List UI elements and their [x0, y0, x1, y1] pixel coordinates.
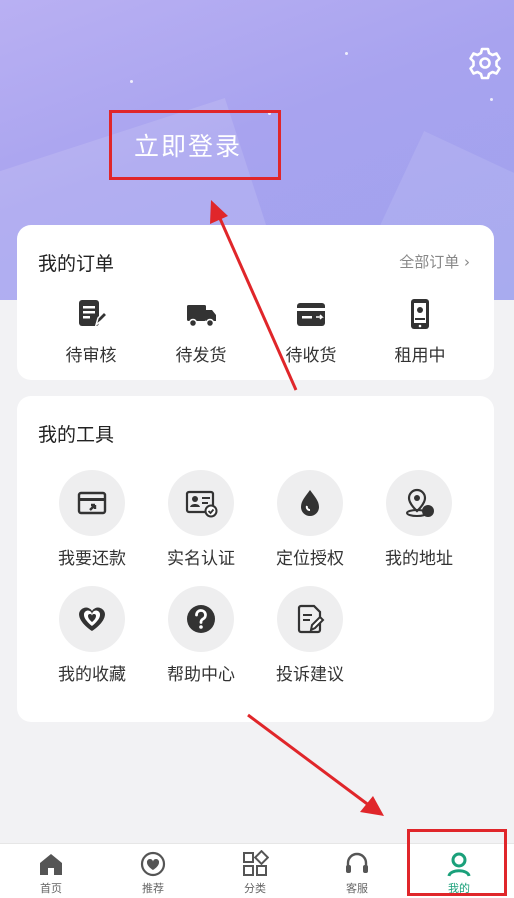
tab-label: 首页 [40, 882, 62, 895]
headset-icon [346, 852, 368, 873]
tab-home[interactable]: 首页 [0, 844, 102, 898]
repay-card-icon [77, 491, 107, 515]
tool-real-name[interactable]: 实名认证 [151, 470, 251, 569]
tool-label: 投诉建议 [276, 665, 344, 685]
order-to-ship[interactable]: 待发货 [156, 297, 246, 366]
category-icon [243, 849, 270, 876]
tool-icon-bg [386, 470, 452, 536]
tool-icon-bg [168, 470, 234, 536]
tools-title: 我的工具 [38, 424, 115, 446]
order-renting[interactable]: 租用中 [375, 297, 465, 366]
tab-label: 推荐 [142, 882, 164, 895]
tool-icon-bg [277, 586, 343, 652]
tool-location[interactable]: 定位授权 [260, 470, 360, 569]
header-star [130, 80, 133, 83]
phone-icon [411, 299, 429, 329]
help-icon [187, 605, 215, 633]
order-label: 待发货 [175, 346, 227, 366]
tab-label: 客服 [346, 882, 368, 895]
chevron-right-icon: › [464, 253, 470, 271]
tool-repay[interactable]: 我要还款 [42, 470, 142, 569]
tab-category[interactable]: 分类 [204, 844, 306, 898]
recommend-heart-icon [140, 851, 166, 877]
tool-complaint[interactable]: 投诉建议 [260, 586, 360, 685]
order-pending-review[interactable]: 待审核 [46, 297, 136, 366]
header-star [490, 98, 493, 101]
tools-card: 我的工具 我要还款 实名认证 定位授权 我的地址 我的收藏 帮助中心 投诉建议 [17, 396, 494, 722]
order-label: 租用中 [394, 346, 446, 366]
pending-review-icon [79, 300, 109, 328]
tool-label: 我的收藏 [58, 665, 126, 685]
header-star [345, 52, 348, 55]
tab-recommend[interactable]: 推荐 [102, 844, 204, 898]
tool-address[interactable]: 我的地址 [369, 470, 469, 569]
annotation-box-mine-tab [407, 829, 507, 896]
annotation-arrowhead [360, 796, 384, 816]
login-button[interactable]: 立即登录 [109, 110, 281, 180]
location-drop-icon [301, 490, 319, 516]
all-orders-link[interactable]: 全部订单 › [399, 251, 470, 272]
orders-title: 我的订单 [38, 253, 115, 275]
id-card-icon [185, 490, 218, 518]
tool-icon-bg [168, 586, 234, 652]
orders-card: 我的订单 全部订单 › 待审核 待发货 待收货 租用中 [17, 225, 494, 380]
address-icon [406, 488, 434, 517]
tab-service[interactable]: 客服 [306, 844, 408, 898]
tab-label: 分类 [244, 882, 266, 895]
settings-gear-icon[interactable] [468, 46, 502, 80]
tool-label: 定位授权 [276, 549, 344, 569]
annotation-arrow-tab [247, 713, 371, 808]
order-label: 待审核 [65, 346, 117, 366]
tool-help[interactable]: 帮助中心 [151, 586, 251, 685]
tool-label: 我要还款 [58, 549, 126, 569]
tool-label: 我的地址 [385, 549, 453, 569]
receive-box-icon [297, 303, 325, 326]
complaint-icon [297, 604, 325, 634]
tool-favorites[interactable]: 我的收藏 [42, 586, 142, 685]
order-to-receive[interactable]: 待收货 [266, 297, 356, 366]
tool-icon-bg [59, 470, 125, 536]
tool-icon-bg [277, 470, 343, 536]
heart-icon [79, 607, 105, 631]
tool-icon-bg [59, 586, 125, 652]
tool-label: 实名认证 [167, 549, 235, 569]
all-orders-label: 全部订单 [399, 253, 460, 271]
tool-label: 帮助中心 [167, 665, 235, 685]
order-label: 待收货 [285, 346, 337, 366]
home-icon [40, 854, 62, 875]
truck-icon [187, 305, 216, 328]
